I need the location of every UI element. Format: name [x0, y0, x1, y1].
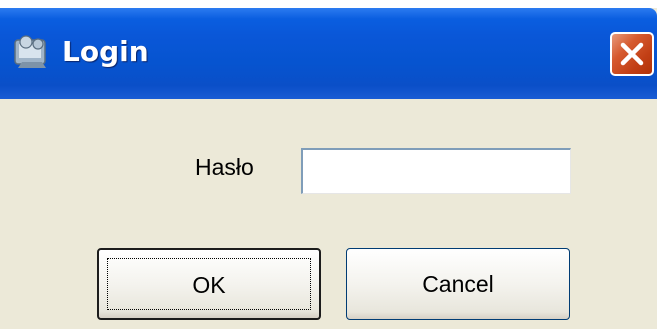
cancel-button[interactable]: Cancel [346, 248, 570, 320]
login-app-icon [12, 32, 52, 72]
cancel-button-label: Cancel [422, 271, 494, 297]
title-bar[interactable]: Login [0, 8, 657, 99]
window-title: Login [62, 35, 149, 68]
ok-button-label: OK [192, 272, 226, 298]
password-label: Hasło [195, 154, 254, 180]
close-button[interactable] [610, 32, 654, 76]
password-input[interactable] [301, 148, 571, 194]
ok-button[interactable]: OK [97, 248, 321, 320]
